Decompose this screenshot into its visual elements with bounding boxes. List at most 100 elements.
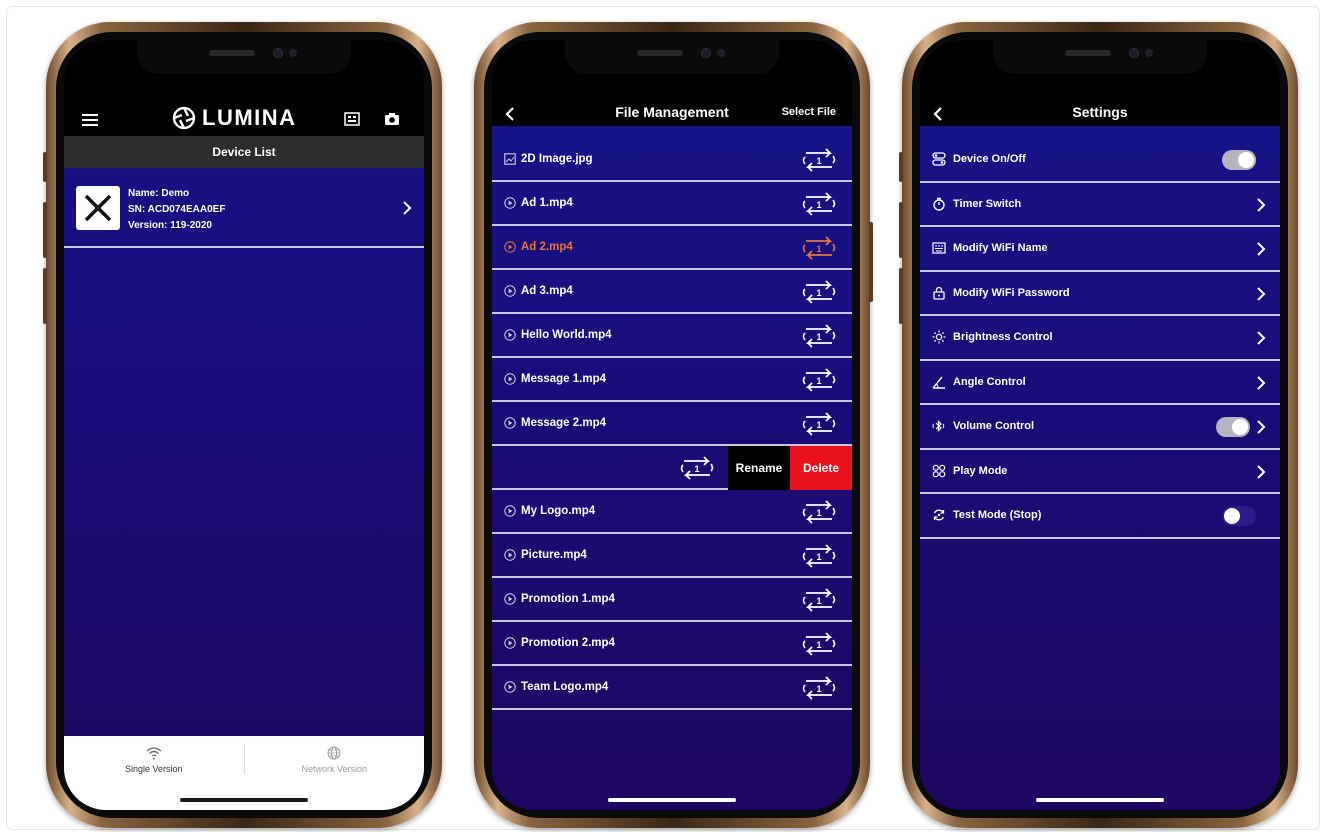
- power-button: [869, 222, 873, 302]
- file-row[interactable]: Team Logo.mp4 1: [492, 666, 852, 710]
- rename-button[interactable]: Rename: [728, 446, 790, 490]
- play-icon: [504, 505, 516, 517]
- file-row[interactable]: Message 1.mp4 1: [492, 358, 852, 402]
- screen: File Management Select File 2D Image.jpg…: [492, 40, 852, 810]
- brand-name: LUMINA: [202, 105, 297, 130]
- tab-label: Single Version: [124, 764, 183, 774]
- loop-count: 1: [816, 640, 821, 650]
- delete-button[interactable]: Delete: [790, 446, 852, 490]
- file-row[interactable]: Picture.mp4 1: [492, 534, 852, 578]
- fan-device-icon: [84, 194, 112, 222]
- file-row[interactable]: 2D Image.jpg 1: [492, 138, 852, 182]
- loop-count-icon[interactable]: 1: [800, 368, 838, 392]
- camera-icon[interactable]: [384, 112, 400, 126]
- volume-down-button: [899, 268, 903, 324]
- chevron-right-icon: [1257, 197, 1266, 212]
- phone-settings: Settings Device On/Off Timer Switch Modi…: [899, 22, 1298, 828]
- file-name: Promotion 1.mp4: [521, 593, 615, 605]
- play-icon: [504, 593, 516, 605]
- file-row[interactable]: Message 2.mp4 1: [492, 402, 852, 446]
- loop-count-icon[interactable]: 1: [800, 148, 838, 172]
- file-name: Picture.mp4: [521, 549, 587, 561]
- loop-count-icon[interactable]: 1: [800, 544, 838, 568]
- file-row-swiped[interactable]: 1 Rename Delete: [492, 446, 852, 490]
- file-name: Team Logo.mp4: [521, 681, 609, 693]
- play-icon: [504, 637, 516, 649]
- setting-test-mode[interactable]: Test Mode (Stop): [920, 494, 1280, 539]
- screen: Settings Device On/Off Timer Switch Modi…: [920, 40, 1280, 810]
- notch: [993, 40, 1207, 74]
- setting-modify-wifi-name[interactable]: Modify WiFi Name: [920, 227, 1280, 272]
- page-title: Device List: [64, 136, 424, 168]
- stopwatch-icon: [933, 197, 945, 211]
- refresh-icon: [933, 509, 945, 521]
- page-title: Settings: [1072, 104, 1128, 120]
- file-row[interactable]: My Logo.mp4 1: [492, 490, 852, 534]
- setting-label: Volume Control: [953, 420, 1035, 433]
- file-row[interactable]: Promotion 1.mp4 1: [492, 578, 852, 622]
- play-icon: [504, 285, 516, 297]
- loop-count-icon[interactable]: 1: [800, 676, 838, 700]
- device-thumbnail: [76, 186, 120, 230]
- tab-label: Network Version: [301, 764, 368, 774]
- chevron-right-icon[interactable]: [1256, 420, 1266, 434]
- globe-icon: [327, 746, 341, 760]
- file-name: 2D Image.jpg: [521, 153, 593, 165]
- file-row[interactable]: Ad 3.mp4 1: [492, 270, 852, 314]
- loop-count: 1: [816, 376, 821, 386]
- device-version: Version: 119-2020: [128, 220, 212, 231]
- lock-icon: [933, 286, 945, 300]
- loop-count: 1: [816, 552, 821, 562]
- file-row[interactable]: Ad 1.mp4 1: [492, 182, 852, 226]
- volume-toggle[interactable]: [1216, 417, 1250, 437]
- setting-label: Modify WiFi Password: [953, 286, 1070, 299]
- file-name: Message 2.mp4: [521, 417, 607, 429]
- volume-up-button: [43, 202, 47, 258]
- file-row[interactable]: Hello World.mp4 1: [492, 314, 852, 358]
- file-row-selected[interactable]: Ad 2.mp4 1: [492, 226, 852, 270]
- setting-device-on-off[interactable]: Device On/Off: [920, 138, 1280, 183]
- loop-count-icon[interactable]: 1: [800, 588, 838, 612]
- file-name: Ad 3.mp4: [521, 285, 573, 297]
- loop-count-icon[interactable]: 1: [800, 632, 838, 656]
- loop-count: 1: [816, 332, 821, 342]
- loop-count: 1: [694, 464, 699, 474]
- play-icon: [504, 681, 516, 693]
- side-button: [899, 152, 903, 182]
- loop-count-icon[interactable]: 1: [800, 192, 838, 216]
- loop-count-icon[interactable]: 1: [800, 500, 838, 524]
- chevron-right-icon: [1257, 464, 1266, 479]
- file-row[interactable]: Promotion 2.mp4 1: [492, 622, 852, 666]
- loop-count-icon[interactable]: 1: [800, 324, 838, 348]
- loop-count: 1: [816, 244, 821, 254]
- setting-timer-switch[interactable]: Timer Switch: [920, 183, 1280, 227]
- loop-count-icon[interactable]: 1: [800, 412, 838, 436]
- loop-count: 1: [816, 596, 821, 606]
- device-toggle[interactable]: [1222, 150, 1256, 170]
- setting-play-mode[interactable]: Play Mode: [920, 450, 1280, 494]
- setting-label: Timer Switch: [953, 197, 1022, 210]
- file-name: Promotion 2.mp4: [521, 637, 615, 649]
- device-name: Name: Demo: [128, 188, 190, 199]
- file-name: Ad 2.mp4: [521, 241, 573, 253]
- chevron-right-icon: [1257, 286, 1266, 301]
- loop-count-icon[interactable]: 1: [678, 456, 716, 480]
- loop-count: 1: [816, 156, 821, 166]
- loop-count-icon[interactable]: 1: [800, 236, 838, 260]
- play-icon: [504, 329, 516, 341]
- device-list-item[interactable]: Name: Demo SN: ACD074EAA0EF Version: 119…: [64, 168, 424, 248]
- screen: LUMINA Device List Name: Demo SN: ACD074…: [64, 40, 424, 810]
- test-mode-toggle[interactable]: [1222, 506, 1256, 526]
- setting-angle-control[interactable]: Angle Control: [920, 361, 1280, 405]
- setting-modify-wifi-password[interactable]: Modify WiFi Password: [920, 272, 1280, 316]
- setting-brightness-control[interactable]: Brightness Control: [920, 316, 1280, 361]
- loop-count-icon[interactable]: 1: [800, 280, 838, 304]
- setting-label: Device On/Off: [953, 153, 1026, 166]
- loop-count: 1: [816, 508, 821, 518]
- chevron-right-icon: [1257, 331, 1266, 345]
- qr-scan-icon[interactable]: [344, 112, 360, 126]
- select-file-button[interactable]: Select File: [782, 106, 836, 118]
- hamburger-menu-icon[interactable]: [82, 114, 98, 126]
- setting-volume-control[interactable]: Volume Control: [920, 405, 1280, 450]
- chevron-right-icon: [1257, 242, 1266, 256]
